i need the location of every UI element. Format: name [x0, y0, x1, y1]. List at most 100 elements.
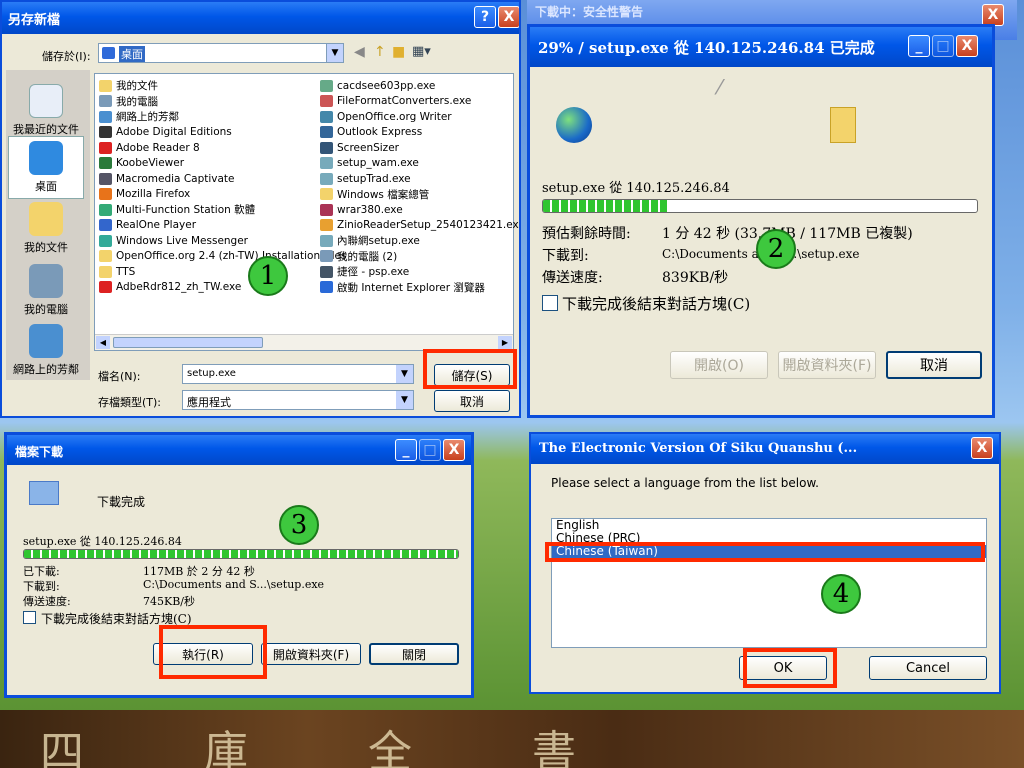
my-computer-icon — [29, 264, 63, 298]
close-button[interactable]: X — [971, 437, 993, 459]
language-list[interactable]: English Chinese (PRC) Chinese (Taiwan) — [551, 518, 987, 648]
chevron-down-icon[interactable]: ▼ — [396, 365, 413, 383]
file-item[interactable]: TTS — [99, 264, 346, 280]
close-button[interactable]: X — [956, 35, 978, 57]
file-item[interactable]: 網路上的芳鄰 — [99, 109, 346, 125]
file-item[interactable]: 啟動 Internet Explorer 瀏覽器 — [320, 280, 519, 296]
filetype-label: 存檔類型(T): — [98, 396, 162, 409]
shortcut-icon — [320, 126, 333, 139]
minimize-button[interactable]: _ — [395, 439, 417, 461]
folder-icon — [830, 107, 856, 143]
file-item[interactable]: 捷徑 - psp.exe — [320, 264, 519, 280]
file-item[interactable]: Windows Live Messenger — [99, 233, 346, 249]
download-progress-fill — [24, 550, 458, 558]
file-item[interactable]: RealOne Player — [99, 218, 346, 234]
back-icon[interactable]: ◀ — [354, 44, 365, 60]
file-item[interactable]: Mozilla Firefox — [99, 187, 346, 203]
file-item[interactable]: 我的文件 — [99, 78, 346, 94]
cancel-button[interactable]: Cancel — [869, 656, 987, 680]
shortcut-icon — [99, 219, 112, 232]
file-item[interactable]: Adobe Reader 8 — [99, 140, 346, 156]
download-progress-fill — [543, 200, 669, 212]
download-complete-title: 檔案下載 — [15, 445, 64, 459]
file-item[interactable]: 我的電腦 — [99, 94, 346, 110]
file-item[interactable]: Windows 檔案總管 — [320, 187, 519, 203]
file-item[interactable]: OpenOffice.org 2.4 (zh-TW) Installation … — [99, 249, 346, 265]
step-marker-2: 2 — [756, 229, 796, 269]
adobe-icon — [99, 141, 112, 154]
shortcut-icon — [320, 265, 333, 278]
download-to-label: 下載到: — [542, 248, 589, 264]
save-in-value: 桌面 — [119, 46, 145, 62]
filetype-value: 應用程式 — [187, 396, 231, 409]
download-complete-titlebar: 檔案下載 _ □ X — [7, 435, 471, 465]
chevron-down-icon[interactable]: ▼ — [326, 44, 343, 62]
rate-value: 745KB/秒 — [143, 595, 196, 608]
file-item[interactable]: setup_wam.exe — [320, 156, 519, 172]
open-folder-button[interactable]: 開啟資料夾(F) — [261, 643, 361, 665]
banner-seal-text: 四庫全書 — [40, 727, 696, 768]
desktop-icon — [102, 47, 115, 59]
installer-icon — [320, 219, 333, 232]
file-item[interactable]: FileFormatConverters.exe — [320, 94, 519, 110]
save-in-label: 儲存於(I): — [42, 50, 91, 63]
file-item[interactable]: 內聯網setup.exe — [320, 233, 519, 249]
cancel-button[interactable]: 取消 — [434, 390, 510, 412]
installer-icon — [320, 172, 333, 185]
downloaded-value: 117MB 於 2 分 42 秒 — [143, 565, 255, 578]
places-my-documents[interactable]: 我的文件 — [8, 202, 84, 255]
minimize-button[interactable]: _ — [908, 35, 930, 57]
filetype-dropdown[interactable]: 應用程式 ▼ — [182, 390, 414, 410]
new-folder-icon[interactable]: ■ — [392, 44, 405, 60]
places-desktop[interactable]: 桌面 — [8, 136, 84, 199]
horizontal-scrollbar[interactable]: ◀ ▶ — [95, 334, 513, 350]
file-item[interactable]: ScreenSizer — [320, 140, 519, 156]
installer-icon — [320, 79, 333, 92]
file-item[interactable]: ZinioReaderSetup_2540123421.exe — [320, 218, 519, 234]
rate-value: 839KB/秒 — [662, 270, 729, 286]
file-column-right: cacdsee603pp.exe FileFormatConverters.ex… — [320, 78, 519, 296]
close-button[interactable]: X — [498, 6, 519, 28]
flying-document-icon: ⁄ — [718, 75, 722, 99]
help-button[interactable]: ? — [474, 6, 496, 28]
chevron-down-icon[interactable]: ▼ — [396, 391, 413, 409]
file-item[interactable]: AdbeRdr812_zh_TW.exe — [99, 280, 346, 296]
file-item[interactable]: cacdsee603pp.exe — [320, 78, 519, 94]
close-on-complete-checkbox[interactable] — [23, 611, 36, 624]
places-network[interactable]: 網路上的芳鄰 — [8, 324, 84, 377]
download-source: setup.exe 從 140.125.246.84 — [542, 181, 730, 196]
save-in-dropdown[interactable]: 桌面 ▼ — [98, 43, 344, 63]
close-on-complete-label: 下載完成後結束對話方塊(C) — [562, 295, 751, 313]
close-button[interactable]: X — [443, 439, 465, 461]
my-documents-icon — [29, 202, 63, 236]
close-button-footer[interactable]: 關閉 — [369, 643, 459, 665]
folder-icon — [320, 188, 333, 201]
filename-field[interactable]: setup.exe ▼ — [182, 364, 414, 384]
scroll-left-icon[interactable]: ◀ — [96, 336, 110, 349]
file-item[interactable]: OpenOffice.org Writer — [320, 109, 519, 125]
close-on-complete-checkbox[interactable] — [542, 295, 558, 311]
file-item[interactable]: wrar380.exe — [320, 202, 519, 218]
file-item[interactable]: Outlook Express — [320, 125, 519, 141]
file-item[interactable]: 我的電腦 (2) — [320, 249, 519, 265]
places-recent-label: 我最近的文件 — [13, 123, 79, 136]
file-item[interactable]: setupTrad.exe — [320, 171, 519, 187]
file-item[interactable]: KoobeViewer — [99, 156, 346, 172]
save-as-titlebar: 另存新檔 ? X — [2, 2, 519, 34]
places-my-computer-label: 我的電腦 — [24, 303, 68, 316]
places-my-documents-label: 我的文件 — [24, 241, 68, 254]
up-folder-icon[interactable]: ↑ — [374, 44, 386, 60]
places-my-computer[interactable]: 我的電腦 — [8, 264, 84, 317]
scroll-thumb[interactable] — [113, 337, 263, 348]
maximize-button: □ — [419, 439, 441, 461]
open-button: 開啟(O) — [670, 351, 768, 379]
messenger-icon — [99, 234, 112, 247]
cancel-button[interactable]: 取消 — [886, 351, 982, 379]
save-as-title: 另存新檔 — [8, 13, 61, 28]
file-item[interactable]: Macromedia Captivate — [99, 171, 346, 187]
places-recent[interactable]: 我最近的文件 — [8, 84, 84, 137]
file-item[interactable]: Adobe Digital Editions — [99, 125, 346, 141]
scroll-right-icon[interactable]: ▶ — [498, 336, 512, 349]
views-icon[interactable]: ▦▾ — [412, 44, 431, 59]
file-item[interactable]: Multi-Function Station 軟體 — [99, 202, 346, 218]
